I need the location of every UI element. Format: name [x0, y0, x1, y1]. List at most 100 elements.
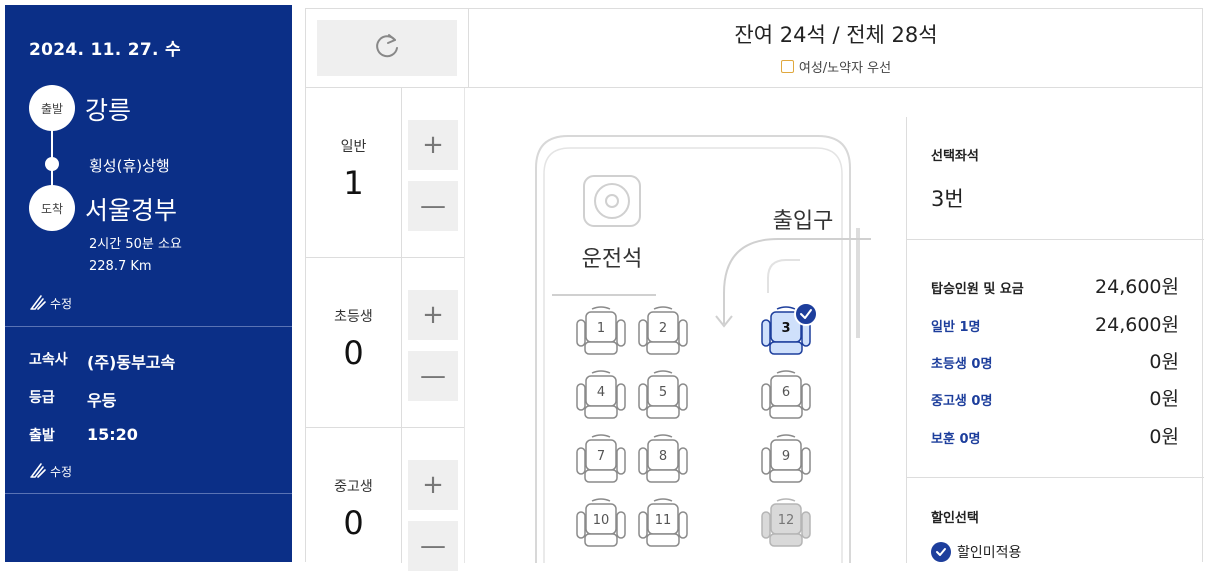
summary-divider [906, 117, 907, 563]
counter-middle-high-label: 중고생 [334, 479, 373, 495]
departure-badge: 출발 [29, 85, 75, 131]
elementary-plus-button[interactable]: + [408, 290, 458, 340]
seat-number: 8 [659, 449, 667, 464]
plus-icon: + [422, 300, 444, 330]
plus-icon: + [422, 470, 444, 500]
middle-high-plus-button[interactable]: + [408, 460, 458, 510]
seat-number: 12 [778, 513, 795, 528]
seat-number: 5 [659, 385, 667, 400]
seat-7[interactable]: 7 [576, 434, 626, 483]
depart-time-value: 15:20 [87, 425, 138, 444]
seat-number: 10 [593, 513, 610, 528]
seat-number: 11 [655, 513, 672, 528]
door-outline [767, 259, 800, 293]
entrance-label: 출입구 [773, 209, 834, 234]
seat-number: 2 [659, 321, 667, 336]
counter-divider [401, 88, 402, 563]
sidebar-divider [5, 326, 292, 327]
seat-number: 1 [597, 321, 605, 336]
check-circle-icon [931, 542, 951, 562]
edit-bus-button[interactable]: 수정 [29, 461, 72, 482]
counter-elementary-value: 0 [343, 334, 364, 372]
seat-1[interactable]: 1 [576, 306, 626, 355]
seat-number: 7 [597, 449, 605, 464]
edit-hand-icon [29, 293, 47, 314]
counter-general-label: 일반 [340, 139, 367, 155]
depart-time-label: 출발 [29, 428, 55, 444]
arrival-city: 서울경부 [85, 196, 178, 225]
fare-row-label: 초등생 0명 [931, 357, 993, 372]
arrival-badge: 도착 [29, 185, 75, 231]
company-row: 고속사 (주)동부고속 [29, 349, 175, 373]
seat-8[interactable]: 8 [638, 434, 688, 483]
priority-seat-legend: 여성/노약자 우선 [468, 57, 1204, 76]
middle-high-minus-button[interactable]: — [408, 521, 458, 571]
elementary-minus-button[interactable]: — [408, 351, 458, 401]
counter-middle-high-value: 0 [343, 504, 364, 542]
counter-row-divider [306, 427, 464, 428]
edit-label: 수정 [50, 465, 73, 479]
fare-row-label: 중고생 0명 [931, 394, 993, 409]
seat-6[interactable]: 6 [761, 370, 811, 419]
fare-row-label: 일반 1명 [931, 320, 981, 335]
remaining-seats: 잔여 24석 / 전체 28석 [734, 23, 938, 47]
bus-seat-map: 운전석 출입구 1 2 3 4 5 6 7 8 9 10 11 12 [466, 88, 906, 563]
discount-title: 할인선택 [931, 511, 979, 526]
grade-row: 등급 우등 [29, 387, 116, 411]
minus-icon: — [420, 531, 446, 561]
trip-duration: 2시간 50분 소요 [89, 237, 182, 252]
selected-seat-value: 3번 [931, 187, 964, 211]
fare-row-value: 24,600원 [1095, 314, 1179, 336]
refresh-button[interactable] [317, 20, 457, 76]
edit-route-button[interactable]: 수정 [29, 293, 72, 314]
counter-divider [464, 88, 465, 563]
steering-wheel-icon [583, 175, 641, 227]
via-dot [45, 157, 59, 171]
fare-title: 탑승인원 및 요금 [931, 282, 1024, 297]
priority-label: 여성/노약자 우선 [798, 61, 892, 76]
seat-12: 12 [761, 498, 811, 547]
via-stop: 횡성(휴)상행 [89, 157, 170, 175]
fare-row-elementary: 초등생 0명 0원 [931, 347, 1179, 374]
refresh-icon [371, 30, 403, 66]
grade-label: 등급 [29, 390, 55, 406]
trip-sidebar: 2024. 11. 27. 수 출발 도착 강릉 횡성(휴)상행 서울경부 2시… [5, 5, 292, 562]
seat-selection-panel: 잔여 24석 / 전체 28석 여성/노약자 우선 일반 1 + — 초등생 0… [305, 8, 1204, 571]
minus-icon: — [420, 191, 446, 221]
seat-4[interactable]: 4 [576, 370, 626, 419]
general-plus-button[interactable]: + [408, 120, 458, 170]
priority-box-icon [780, 60, 794, 73]
fare-row-veteran: 보훈 0명 0원 [931, 422, 1179, 449]
seat-number: 9 [782, 449, 790, 464]
selected-seat-title: 선택좌석 [931, 149, 979, 164]
company-value: (주)동부고속 [87, 353, 176, 372]
depart-time-row: 출발 15:20 [29, 425, 138, 445]
driver-seat-label: 운전석 [582, 247, 643, 272]
edit-hand-icon [29, 461, 47, 482]
counter-general-value: 1 [343, 164, 364, 202]
fare-row-middle-high: 중고생 0명 0원 [931, 384, 1179, 411]
summary-row-divider [907, 239, 1204, 240]
fare-row-value: 0원 [1149, 388, 1179, 410]
fare-row-general: 일반 1명 24,600원 [931, 310, 1179, 337]
discount-option-none[interactable]: 할인미적용 [931, 542, 1021, 562]
summary-row-divider [907, 477, 1204, 478]
grade-value: 우등 [87, 391, 117, 410]
fare-total: 24,600원 [1095, 276, 1179, 298]
fare-row-value: 0원 [1149, 426, 1179, 448]
general-minus-button[interactable]: — [408, 181, 458, 231]
seat-number: 4 [597, 385, 605, 400]
fare-row-label: 보훈 0명 [931, 432, 981, 447]
minus-icon: — [420, 361, 446, 391]
departure-city: 강릉 [85, 96, 132, 125]
seat-3[interactable]: 3 [761, 302, 818, 355]
seat-5[interactable]: 5 [638, 370, 688, 419]
company-label: 고속사 [29, 352, 68, 368]
seat-number: 6 [782, 385, 790, 400]
discount-option-label: 할인미적용 [957, 545, 1022, 561]
seat-2[interactable]: 2 [638, 306, 688, 355]
seat-11[interactable]: 11 [638, 498, 688, 547]
counter-elementary-label: 초등생 [334, 309, 373, 325]
seat-10[interactable]: 10 [576, 498, 626, 547]
seat-9[interactable]: 9 [761, 434, 811, 483]
